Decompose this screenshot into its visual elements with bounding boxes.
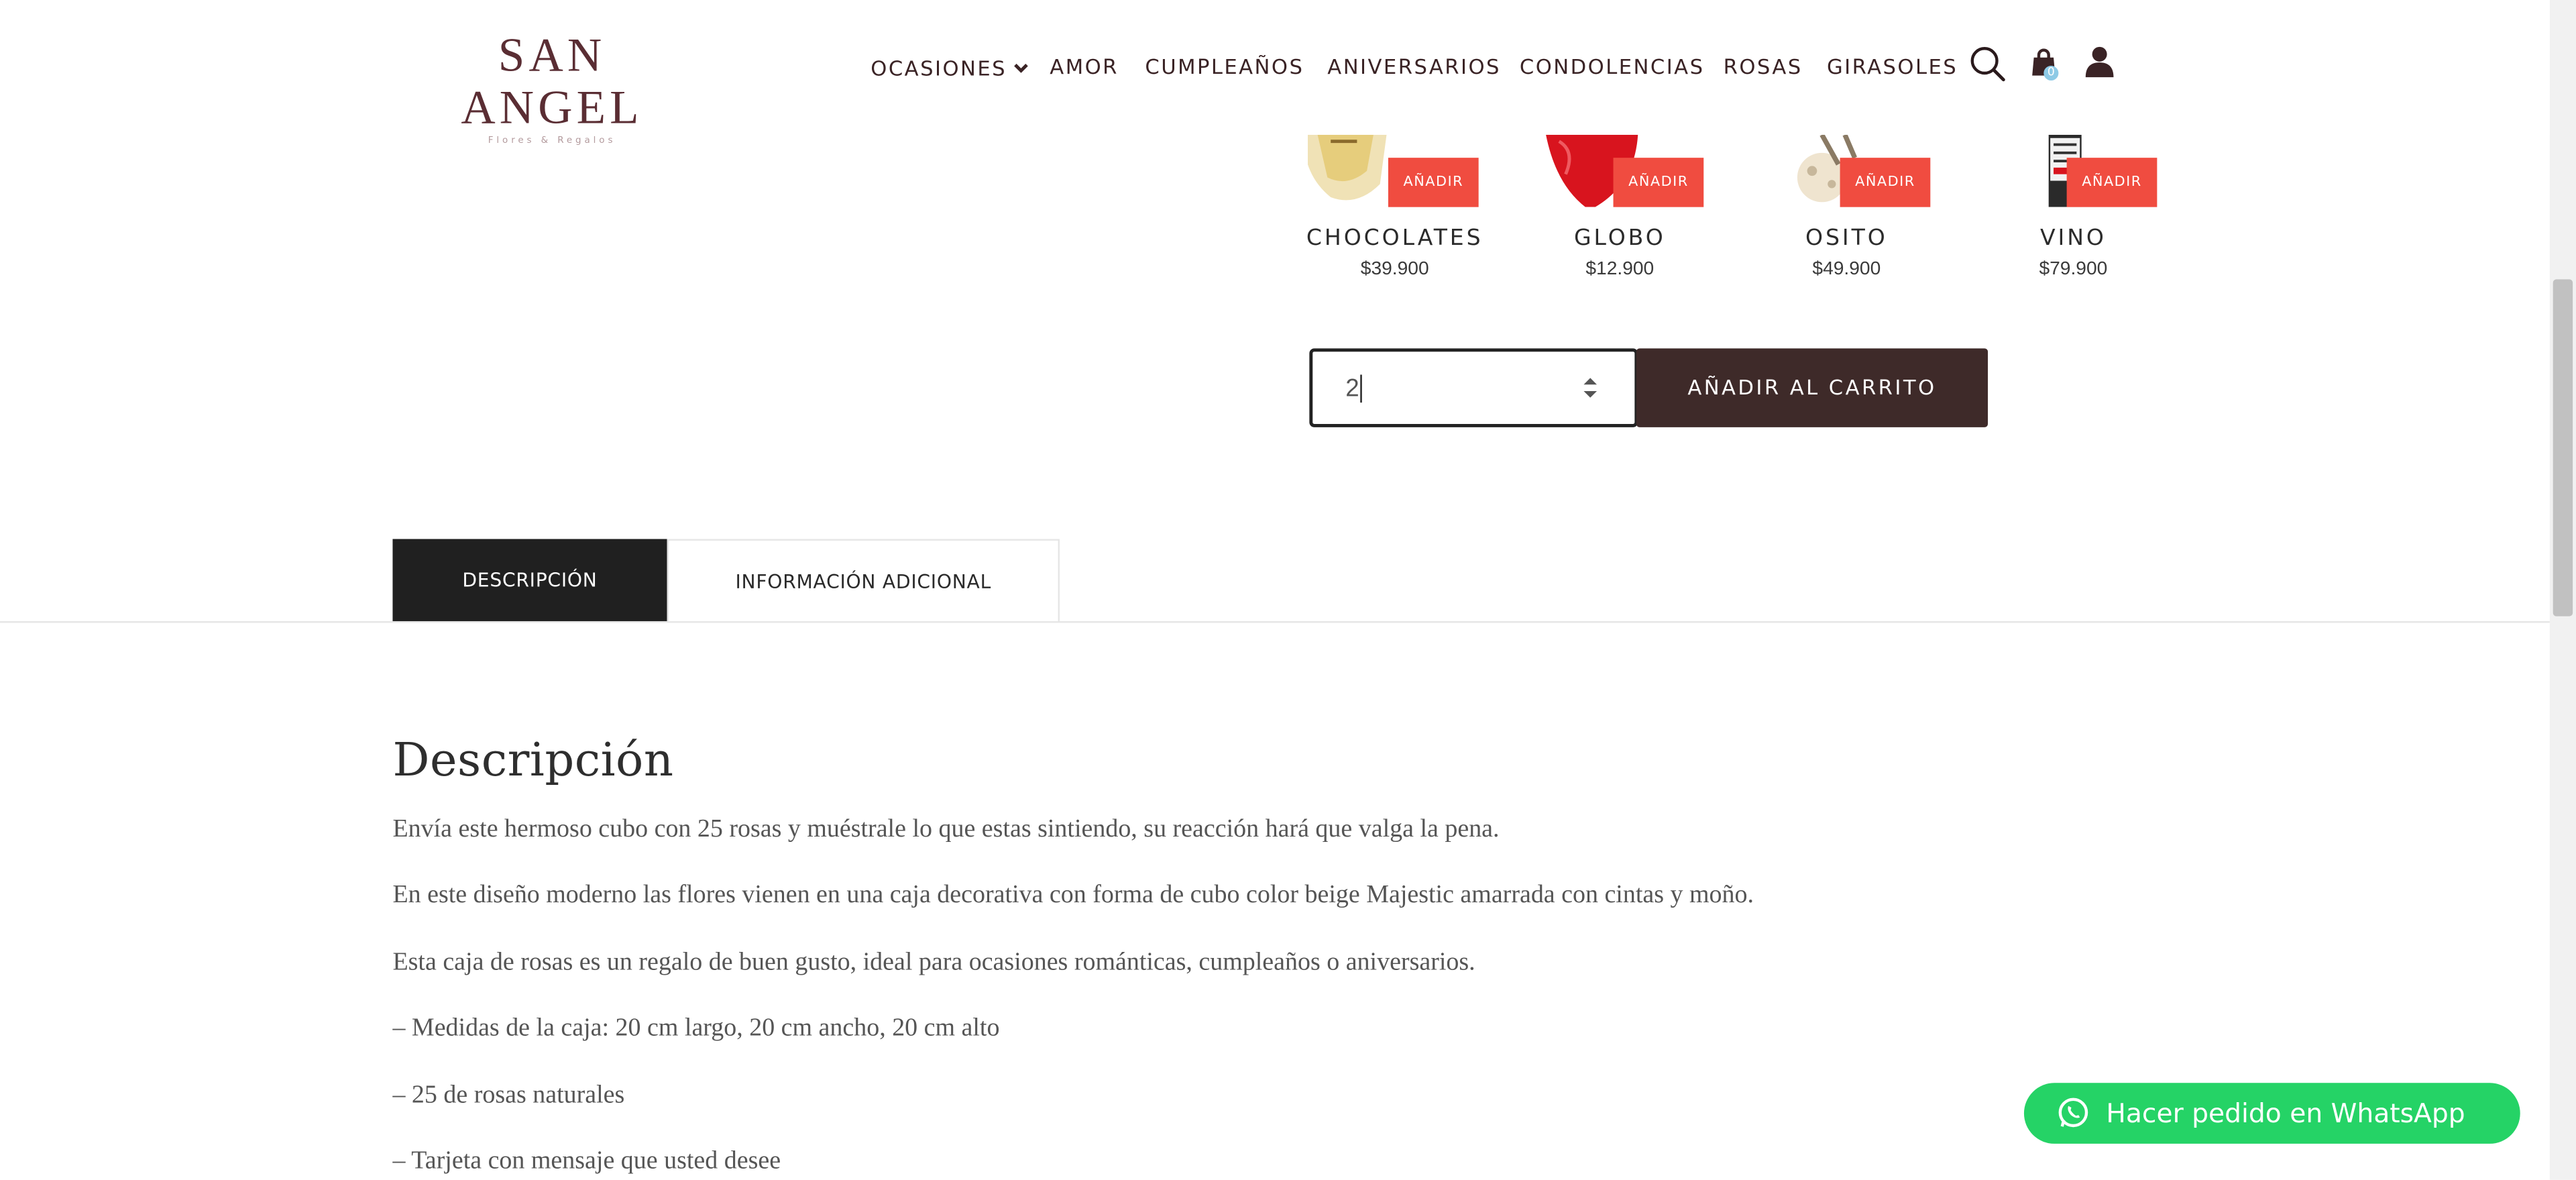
description-paragraph: – Tarjeta con mensaje que usted desee	[392, 1146, 781, 1175]
scrollbar-thumb[interactable]	[2553, 279, 2573, 616]
description-paragraph: – Medidas de la caja: 20 cm largo, 20 cm…	[392, 1014, 1000, 1042]
description-paragraph: Esta caja de rosas es un regalo de buen …	[392, 948, 1475, 977]
tabs-divider	[0, 621, 2550, 623]
whatsapp-button-label: Hacer pedido en WhatsApp	[2106, 1097, 2465, 1129]
addon-price: $49.900	[1812, 260, 1881, 280]
nav-item-label: CUMPLEAÑOS	[1145, 54, 1304, 79]
spinner-arrows-icon[interactable]	[1581, 375, 1600, 401]
quantity-value: 2	[1345, 374, 1359, 403]
quantity-stepper[interactable]: 2	[1309, 348, 1638, 427]
add-to-cart-button[interactable]: AÑADIR AL CARRITO	[1636, 348, 1989, 427]
nav-item-cumpleanos[interactable]: CUMPLEAÑOS	[1145, 54, 1304, 79]
nav-item-aniversarios[interactable]: ANIVERSARIOS	[1327, 54, 1501, 79]
addon-name: VINO	[2040, 225, 2107, 252]
nav-item-label: ROSAS	[1723, 54, 1803, 79]
brand-name: SAN ANGEL	[461, 30, 643, 135]
add-addon-button[interactable]: AÑADIR	[1388, 158, 1479, 207]
cart-count-badge: 0	[2043, 65, 2059, 81]
nav-item-label: AMOR	[1050, 54, 1119, 79]
add-addon-button[interactable]: AÑADIR	[1840, 158, 1931, 207]
nav-item-label: GIRASOLES	[1826, 54, 1958, 79]
nav-item-ocasiones[interactable]: OCASIONES	[871, 54, 1028, 81]
description-title: Descripción	[392, 733, 674, 788]
addon-globo: AÑADIR GLOBO $12.900	[1516, 134, 1724, 299]
description-paragraph: Envía este hermoso cubo con 25 rosas y m…	[392, 815, 1500, 843]
addon-name: CHOCOLATES	[1306, 225, 1483, 252]
nav-item-amor[interactable]: AMOR	[1050, 54, 1119, 79]
page: SAN ANGEL Flores & Regalos OCASIONES AMO…	[0, 0, 2576, 1180]
nav-item-label: ANIVERSARIOS	[1327, 54, 1501, 79]
nav-item-label: OCASIONES	[871, 56, 1007, 81]
brand-logo[interactable]: SAN ANGEL Flores & Regalos	[424, 30, 680, 148]
text-caret	[1360, 374, 1362, 403]
search-icon[interactable]	[1970, 46, 2006, 91]
addon-price: $39.900	[1360, 260, 1429, 280]
site-header: SAN ANGEL Flores & Regalos OCASIONES AMO…	[0, 0, 2550, 146]
chevron-down-icon	[1013, 54, 1028, 79]
description-paragraph: – 25 de rosas naturales	[392, 1081, 625, 1110]
addon-osito: AÑADIR OSITO $49.900	[1743, 134, 1950, 299]
addon-chocolates: AÑADIR CHOCOLATES $39.900	[1291, 134, 1498, 299]
add-addon-button[interactable]: AÑADIR	[2066, 158, 2158, 207]
addon-price: $12.900	[1585, 260, 1655, 280]
addon-vino: AÑADIR VINO $79.900	[1970, 134, 2177, 299]
user-icon[interactable]	[2085, 46, 2115, 87]
tab-descripcion[interactable]: DESCRIPCIÓN	[392, 539, 667, 621]
nav-item-label: CONDOLENCIAS	[1519, 54, 1705, 79]
description-paragraph: En este diseño moderno las flores vienen…	[392, 880, 1754, 909]
nav-item-girasoles[interactable]: GIRASOLES	[1827, 54, 1958, 79]
addon-name: OSITO	[1805, 225, 1888, 252]
addon-name: GLOBO	[1574, 225, 1666, 252]
nav-item-rosas[interactable]: ROSAS	[1724, 54, 1803, 79]
addon-price: $79.900	[2039, 260, 2108, 280]
whatsapp-icon	[2057, 1096, 2090, 1137]
add-addon-button[interactable]: AÑADIR	[1613, 158, 1704, 207]
page-scrollbar[interactable]	[2549, 0, 2576, 1180]
nav-item-condolencias[interactable]: CONDOLENCIAS	[1520, 54, 1705, 79]
brand-tagline: Flores & Regalos	[488, 136, 616, 147]
tab-informacion-adicional[interactable]: INFORMACIÓN ADICIONAL	[667, 539, 1060, 621]
whatsapp-order-button[interactable]: Hacer pedido en WhatsApp	[2023, 1083, 2520, 1144]
